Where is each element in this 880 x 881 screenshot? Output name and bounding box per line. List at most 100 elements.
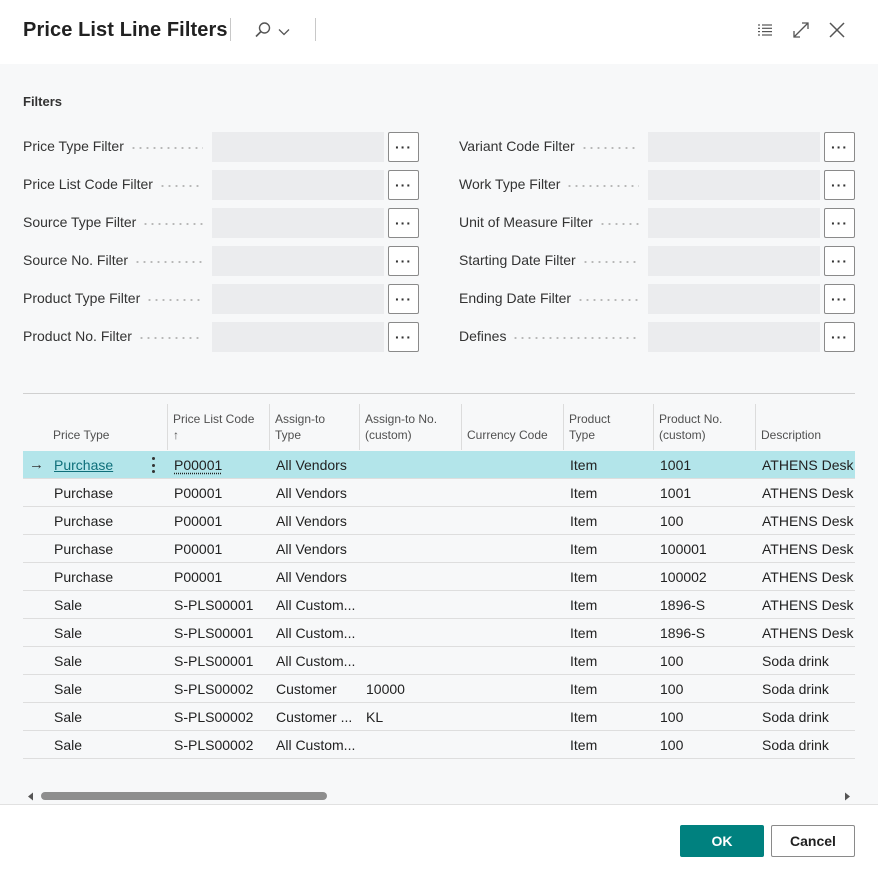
cell-assign-to-no bbox=[366, 535, 466, 563]
cell-assign-to-type: All Custom... bbox=[276, 625, 356, 641]
price-list-code-filter-lookup-button[interactable]: ··· bbox=[388, 170, 419, 200]
price-list-code-filter-input[interactable] bbox=[212, 170, 384, 200]
column-header-label: Product No. bbox=[659, 412, 723, 426]
defines-lookup-button[interactable]: ··· bbox=[824, 322, 855, 352]
column-header-price-type[interactable]: Price Type bbox=[53, 404, 153, 450]
table-row[interactable]: Sale S-PLS00001 All Custom... Item 1896-S ATH… bbox=[23, 619, 855, 647]
scroll-right-button[interactable] bbox=[841, 789, 853, 803]
cell-assign-to-no: 10000 bbox=[366, 681, 405, 697]
scrollbar-thumb[interactable] bbox=[41, 792, 327, 800]
product-no-filter-input[interactable] bbox=[212, 322, 384, 352]
cell-product-type: Item bbox=[570, 681, 598, 697]
price-type-filter-input[interactable] bbox=[212, 132, 384, 162]
variant-code-filter-input[interactable] bbox=[648, 132, 820, 162]
cell-price-type[interactable]: Purchase bbox=[54, 479, 144, 507]
price-type-filter-lookup-button[interactable]: ··· bbox=[388, 132, 419, 162]
source-type-filter-lookup-button[interactable]: ··· bbox=[388, 208, 419, 238]
unit-of-measure-filter-input[interactable] bbox=[648, 208, 820, 238]
cell-assign-to-no: KL bbox=[366, 709, 384, 725]
cell-price-type[interactable]: Purchase bbox=[54, 535, 144, 563]
dot-leader bbox=[577, 299, 639, 301]
column-header-label: Assign-to bbox=[275, 412, 326, 426]
cell-price-type[interactable]: Purchase bbox=[54, 507, 144, 535]
ending-date-filter-input[interactable] bbox=[648, 284, 820, 314]
expand-button[interactable] bbox=[787, 17, 815, 45]
row-actions-kebab-icon[interactable] bbox=[147, 457, 159, 473]
table-row[interactable]: Sale S-PLS00002 All Custom... Item 100 Soda d… bbox=[23, 731, 855, 759]
cell-description: Soda drink bbox=[762, 653, 829, 669]
dialog-title: Price List Line Filters bbox=[23, 19, 228, 41]
cell-description: ATHENS Desk bbox=[762, 597, 854, 613]
dot-leader bbox=[146, 299, 203, 301]
cancel-button[interactable]: Cancel bbox=[771, 825, 855, 857]
source-no-filter-lookup-button[interactable]: ··· bbox=[388, 246, 419, 276]
column-resize-handle[interactable] bbox=[563, 404, 564, 450]
table-row[interactable]: Purchase P00001 All Vendors Item 1001 ATHENS … bbox=[23, 479, 855, 507]
table-row[interactable]: → Purchase P00001 All Vendors Item 1001 ATHENS… bbox=[23, 451, 855, 479]
cell-price-type[interactable]: Purchase bbox=[54, 451, 144, 479]
dot-leader bbox=[582, 261, 639, 263]
table-row[interactable]: Purchase P00001 All Vendors Item 100001 ATHEN… bbox=[23, 535, 855, 563]
column-header-description[interactable]: Description bbox=[761, 404, 855, 450]
list-view-button[interactable] bbox=[751, 17, 779, 45]
cell-currency-code bbox=[468, 703, 568, 731]
cell-price-type[interactable]: Sale bbox=[54, 619, 144, 647]
table-row[interactable]: Sale S-PLS00001 All Custom... Item 1896-S ATH… bbox=[23, 591, 855, 619]
cell-price-list-code: S-PLS00002 bbox=[174, 737, 254, 753]
unit-of-measure-filter-lookup-button[interactable]: ··· bbox=[824, 208, 855, 238]
close-button[interactable] bbox=[823, 17, 851, 45]
work-type-filter-input[interactable] bbox=[648, 170, 820, 200]
search-button[interactable] bbox=[248, 17, 300, 45]
cell-product-type: Item bbox=[570, 597, 598, 613]
defines-input[interactable] bbox=[648, 322, 820, 352]
scroll-left-button[interactable] bbox=[25, 789, 37, 803]
horizontal-scrollbar[interactable] bbox=[23, 789, 855, 803]
current-row-arrow-icon: → bbox=[29, 456, 44, 473]
table-row[interactable]: Purchase P00001 All Vendors Item 100002 ATHEN… bbox=[23, 563, 855, 591]
column-resize-handle[interactable] bbox=[461, 404, 462, 450]
source-no-filter-label: Source No. Filter bbox=[23, 252, 129, 268]
column-header-assign-to-type[interactable]: Assign-to Type bbox=[275, 404, 363, 450]
column-header-assign-to-no[interactable]: Assign-to No. (custom) bbox=[365, 404, 465, 450]
cell-description: ATHENS Desk bbox=[762, 457, 854, 473]
starting-date-filter-lookup-button[interactable]: ··· bbox=[824, 246, 855, 276]
starting-date-filter-input[interactable] bbox=[648, 246, 820, 276]
cell-price-type[interactable]: Sale bbox=[54, 591, 144, 619]
ending-date-filter-lookup-button[interactable]: ··· bbox=[824, 284, 855, 314]
work-type-filter-lookup-button[interactable]: ··· bbox=[824, 170, 855, 200]
cell-price-type[interactable]: Sale bbox=[54, 675, 144, 703]
column-header-product-no[interactable]: Product No. (custom) bbox=[659, 404, 759, 450]
column-resize-handle[interactable] bbox=[359, 404, 360, 450]
starting-date-filter-label: Starting Date Filter bbox=[459, 252, 576, 268]
table-row[interactable]: Sale S-PLS00002 Customer 10000 Item 100 Soda d… bbox=[23, 675, 855, 703]
column-header-product-type[interactable]: Product Type bbox=[569, 404, 657, 450]
column-resize-handle[interactable] bbox=[167, 404, 168, 450]
cell-price-type[interactable]: Sale bbox=[54, 703, 144, 731]
product-no-filter-lookup-button[interactable]: ··· bbox=[388, 322, 419, 352]
cell-product-no: 100 bbox=[660, 653, 684, 669]
column-resize-handle[interactable] bbox=[653, 404, 654, 450]
table-row[interactable]: Sale S-PLS00002 Customer ... KL Item 100 Soda … bbox=[23, 703, 855, 731]
source-no-filter-input[interactable] bbox=[212, 246, 384, 276]
dot-leader bbox=[599, 223, 639, 225]
dialog-header: Price List Line Filters bbox=[0, 0, 878, 64]
table-row[interactable]: Purchase P00001 All Vendors Item 100 ATHENS D… bbox=[23, 507, 855, 535]
column-resize-handle[interactable] bbox=[269, 404, 270, 450]
table-row[interactable]: Sale S-PLS00001 All Custom... Item 100 Soda d… bbox=[23, 647, 855, 675]
column-header-currency-code[interactable]: Currency Code bbox=[467, 404, 567, 450]
product-type-filter-input[interactable] bbox=[212, 284, 384, 314]
variant-code-filter-lookup-button[interactable]: ··· bbox=[824, 132, 855, 162]
cell-price-type[interactable]: Purchase bbox=[54, 563, 144, 591]
column-header-price-list-code[interactable]: Price List Code ↑ bbox=[173, 404, 273, 450]
product-type-filter-lookup-button[interactable]: ··· bbox=[388, 284, 419, 314]
ok-button[interactable]: OK bbox=[680, 825, 764, 857]
dot-leader bbox=[566, 185, 639, 187]
source-type-filter-input[interactable] bbox=[212, 208, 384, 238]
column-resize-handle[interactable] bbox=[755, 404, 756, 450]
cell-assign-to-no bbox=[366, 563, 466, 591]
cell-price-type[interactable]: Sale bbox=[54, 647, 144, 675]
cell-product-no: 1896-S bbox=[660, 597, 706, 613]
dot-leader bbox=[512, 337, 639, 339]
cell-price-type[interactable]: Sale bbox=[54, 731, 144, 759]
caret-left-icon bbox=[27, 788, 35, 804]
